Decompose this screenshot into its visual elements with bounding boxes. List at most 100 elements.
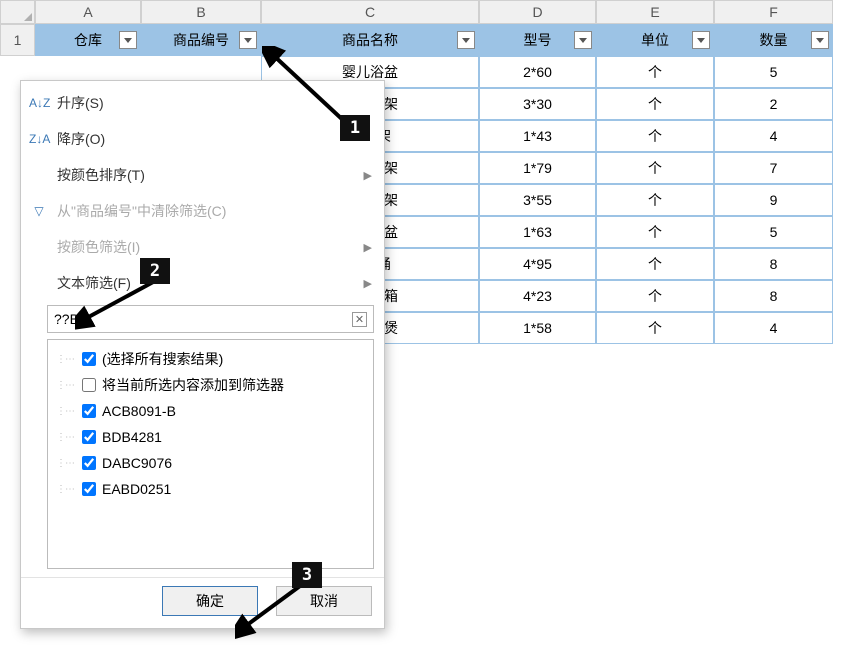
header-row: 仓库 商品编号 商品名称 型号 单位 数量 bbox=[35, 24, 833, 56]
button-bar: 确定 取消 bbox=[21, 577, 384, 628]
hdr-product-code[interactable]: 商品编号 bbox=[141, 24, 261, 56]
select-all-corner[interactable] bbox=[0, 0, 35, 24]
col-head-C[interactable]: C bbox=[261, 0, 479, 24]
callout-3: 3 bbox=[292, 562, 322, 588]
item-label: EABD0251 bbox=[102, 481, 171, 497]
menu-label: 升序(S) bbox=[57, 93, 104, 113]
cell[interactable]: 个 bbox=[596, 152, 714, 184]
menu-label: 降序(O) bbox=[57, 129, 105, 149]
filter-by-color: 按颜色筛选(I) ▶ bbox=[21, 229, 384, 265]
hdr-qty[interactable]: 数量 bbox=[714, 24, 833, 56]
cell[interactable]: 5 bbox=[714, 56, 833, 88]
col-head-A[interactable]: A bbox=[35, 0, 141, 24]
hdr-text: 仓库 bbox=[74, 30, 102, 50]
menu-label: 按颜色排序(T) bbox=[57, 165, 145, 185]
hdr-text: 单位 bbox=[641, 30, 669, 50]
list-item[interactable]: ⋮⋯ BDB4281 bbox=[56, 424, 365, 450]
cell[interactable]: 8 bbox=[714, 248, 833, 280]
sort-desc-icon: Z↓A bbox=[29, 132, 49, 146]
row-headers: 1 bbox=[0, 24, 35, 56]
item-label: BDB4281 bbox=[102, 429, 162, 445]
list-item[interactable]: ⋮⋯ 将当前所选内容添加到筛选器 bbox=[56, 372, 365, 398]
chevron-right-icon: ▶ bbox=[364, 169, 372, 182]
filter-dropdown-icon[interactable] bbox=[811, 31, 829, 49]
cell[interactable]: 7 bbox=[714, 152, 833, 184]
chevron-right-icon: ▶ bbox=[364, 241, 372, 254]
cell[interactable]: 9 bbox=[714, 184, 833, 216]
filter-dropdown-icon[interactable] bbox=[692, 31, 710, 49]
arrow-icon bbox=[262, 46, 352, 131]
cell[interactable]: 1*43 bbox=[479, 120, 596, 152]
item-label: ACB8091-B bbox=[102, 403, 176, 419]
checkbox[interactable] bbox=[82, 378, 96, 392]
column-headers: A B C D E F bbox=[35, 0, 833, 24]
item-label: (选择所有搜索结果) bbox=[102, 349, 223, 369]
tree-connector-icon: ⋮⋯ bbox=[56, 354, 74, 365]
cell[interactable]: 个 bbox=[596, 312, 714, 344]
list-item[interactable]: ⋮⋯ ACB8091-B bbox=[56, 398, 365, 424]
cell[interactable]: 4 bbox=[714, 312, 833, 344]
col-head-D[interactable]: D bbox=[479, 0, 596, 24]
filter-dropdown-icon[interactable] bbox=[457, 31, 475, 49]
col-head-F[interactable]: F bbox=[714, 0, 833, 24]
row-head-1[interactable]: 1 bbox=[0, 24, 35, 56]
cell[interactable]: 4*95 bbox=[479, 248, 596, 280]
cell[interactable]: 8 bbox=[714, 280, 833, 312]
item-label: DABC9076 bbox=[102, 455, 172, 471]
clear-filter: ▽ 从"商品编号"中清除筛选(C) bbox=[21, 193, 384, 229]
cell[interactable]: 1*58 bbox=[479, 312, 596, 344]
checkbox[interactable] bbox=[82, 430, 96, 444]
filter-value-list[interactable]: ⋮⋯ (选择所有搜索结果) ⋮⋯ 将当前所选内容添加到筛选器 ⋮⋯ ACB8091-B… bbox=[47, 339, 374, 569]
checkbox[interactable] bbox=[82, 456, 96, 470]
col-head-B[interactable]: B bbox=[141, 0, 261, 24]
filter-dropdown-icon[interactable] bbox=[239, 31, 257, 49]
tree-connector-icon: ⋮⋯ bbox=[56, 406, 74, 417]
arrow-icon bbox=[235, 580, 315, 640]
list-item[interactable]: ⋮⋯ (选择所有搜索结果) bbox=[56, 346, 365, 372]
filter-popup: A↓Z 升序(S) Z↓A 降序(O) 按颜色排序(T) ▶ ▽ 从"商品编号"… bbox=[20, 80, 385, 629]
cell[interactable]: 3*30 bbox=[479, 88, 596, 120]
item-label: 将当前所选内容添加到筛选器 bbox=[102, 375, 284, 395]
tree-connector-icon: ⋮⋯ bbox=[56, 432, 74, 443]
tree-connector-icon: ⋮⋯ bbox=[56, 458, 74, 469]
hdr-text: 型号 bbox=[524, 30, 552, 50]
cell[interactable]: 3*55 bbox=[479, 184, 596, 216]
hdr-unit[interactable]: 单位 bbox=[596, 24, 714, 56]
clear-search-icon[interactable]: ✕ bbox=[352, 312, 367, 327]
tree-connector-icon: ⋮⋯ bbox=[56, 484, 74, 495]
checkbox[interactable] bbox=[82, 482, 96, 496]
list-item[interactable]: ⋮⋯ DABC9076 bbox=[56, 450, 365, 476]
cell[interactable]: 个 bbox=[596, 88, 714, 120]
callout-2: 2 bbox=[140, 258, 170, 284]
hdr-text: 数量 bbox=[760, 30, 788, 50]
menu-label: 按颜色筛选(I) bbox=[57, 237, 140, 257]
cell[interactable]: 个 bbox=[596, 216, 714, 248]
checkbox[interactable] bbox=[82, 352, 96, 366]
cell[interactable]: 个 bbox=[596, 280, 714, 312]
cell[interactable]: 个 bbox=[596, 248, 714, 280]
hdr-warehouse[interactable]: 仓库 bbox=[35, 24, 141, 56]
hdr-text: 商品编号 bbox=[173, 30, 229, 50]
cell[interactable]: 5 bbox=[714, 216, 833, 248]
sort-by-color[interactable]: 按颜色排序(T) ▶ bbox=[21, 157, 384, 193]
cell[interactable]: 4 bbox=[714, 120, 833, 152]
hdr-model[interactable]: 型号 bbox=[479, 24, 596, 56]
cell[interactable]: 4*23 bbox=[479, 280, 596, 312]
cell[interactable]: 2 bbox=[714, 88, 833, 120]
cell[interactable]: 个 bbox=[596, 184, 714, 216]
cell[interactable]: 个 bbox=[596, 120, 714, 152]
chevron-right-icon: ▶ bbox=[364, 277, 372, 290]
list-item[interactable]: ⋮⋯ EABD0251 bbox=[56, 476, 365, 502]
cell[interactable]: 2*60 bbox=[479, 56, 596, 88]
sort-asc-icon: A↓Z bbox=[29, 96, 49, 110]
cell[interactable]: 1*79 bbox=[479, 152, 596, 184]
menu-label: 从"商品编号"中清除筛选(C) bbox=[57, 201, 226, 221]
checkbox[interactable] bbox=[82, 404, 96, 418]
filter-dropdown-icon[interactable] bbox=[119, 31, 137, 49]
callout-1: 1 bbox=[340, 115, 370, 141]
cell[interactable]: 1*63 bbox=[479, 216, 596, 248]
filter-dropdown-icon[interactable] bbox=[574, 31, 592, 49]
col-head-E[interactable]: E bbox=[596, 0, 714, 24]
cell[interactable]: 个 bbox=[596, 56, 714, 88]
tree-connector-icon: ⋮⋯ bbox=[56, 380, 74, 391]
